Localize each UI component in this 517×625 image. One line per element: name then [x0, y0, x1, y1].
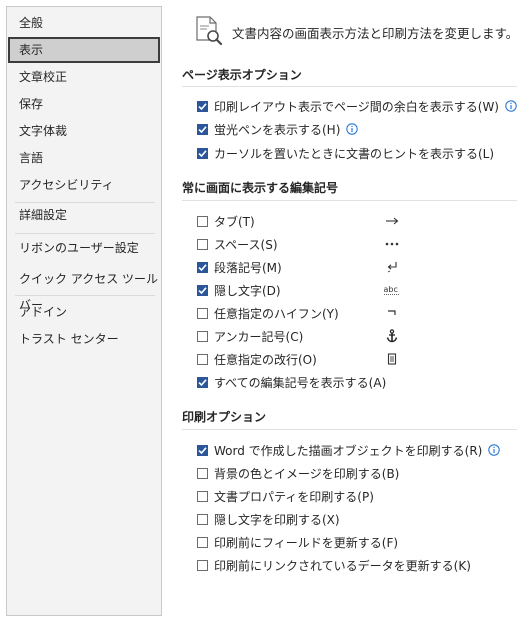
- options-sidebar: 全般 表示 文章校正 保存 文字体裁 言語 アクセシビリティ 詳細設定 リボンの…: [6, 6, 162, 616]
- checkbox-hidden-text[interactable]: [197, 284, 208, 296]
- sidebar-item-customize-ribbon[interactable]: リボンのユーザー設定: [8, 235, 160, 261]
- checkbox-show-all-marks[interactable]: [197, 376, 208, 388]
- checkbox-print-background[interactable]: [197, 467, 208, 479]
- option-label: 段落記号(M): [214, 260, 282, 275]
- option-label: 隠し文字を印刷する(X): [214, 512, 340, 527]
- option-label: 任意指定の改行(O): [214, 352, 317, 367]
- sidebar-item-advanced[interactable]: 詳細設定: [8, 202, 160, 228]
- section-divider: [182, 429, 517, 430]
- checkbox-update-linked-data[interactable]: [197, 559, 208, 571]
- sidebar-item-typography[interactable]: 文字体裁: [8, 118, 160, 144]
- option-label: タブ(T): [214, 214, 255, 229]
- checkbox-print-hidden-text[interactable]: [197, 513, 208, 525]
- option-label: すべての編集記号を表示する(A): [214, 375, 387, 390]
- option-print-hidden-text[interactable]: 隠し文字を印刷する(X): [197, 509, 340, 529]
- option-print-drawings[interactable]: Word で作成した描画オブジェクトを印刷する(R): [197, 440, 501, 460]
- optional-hyphen-icon: [382, 303, 402, 323]
- document-search-icon: [194, 15, 224, 50]
- option-label: スペース(S): [214, 237, 278, 252]
- section-title-page-display: ページ表示オプション: [182, 68, 302, 82]
- option-hidden-text[interactable]: 隠し文字(D): [197, 280, 281, 300]
- option-space-marks[interactable]: スペース(S): [197, 234, 278, 254]
- info-icon[interactable]: [505, 100, 517, 112]
- svg-text:abc: abc: [384, 285, 398, 294]
- paragraph-return-icon: [382, 257, 402, 277]
- option-paragraph-marks[interactable]: 段落記号(M): [197, 257, 282, 277]
- checkbox-show-whitespace[interactable]: [197, 100, 208, 112]
- option-label: Word で作成した描画オブジェクトを印刷する(R): [214, 443, 483, 458]
- anchor-icon: [382, 326, 402, 346]
- sidebar-item-accessibility[interactable]: アクセシビリティ: [8, 172, 160, 198]
- option-anchor-marks[interactable]: アンカー記号(C): [197, 326, 303, 346]
- option-label: 印刷前にリンクされているデータを更新する(K): [214, 558, 471, 573]
- option-show-tooltips[interactable]: カーソルを置いたときに文書のヒントを表示する(L): [197, 143, 494, 163]
- intro-text: 文書内容の画面表示方法と印刷方法を変更します。: [232, 25, 517, 41]
- option-show-highlighter[interactable]: 蛍光ペンを表示する(H): [197, 119, 359, 139]
- option-label: 印刷前にフィールドを更新する(F): [214, 535, 399, 550]
- option-label: カーソルを置いたときに文書のヒントを表示する(L): [214, 146, 495, 161]
- info-icon[interactable]: [346, 123, 359, 135]
- option-show-whitespace[interactable]: 印刷レイアウト表示でページ間の余白を表示する(W): [197, 96, 517, 116]
- sidebar-item-addins[interactable]: アドイン: [8, 299, 160, 325]
- option-update-linked-data[interactable]: 印刷前にリンクされているデータを更新する(K): [197, 555, 471, 575]
- sidebar-item-language[interactable]: 言語: [8, 145, 160, 171]
- checkbox-tab-marks[interactable]: [197, 215, 208, 227]
- option-tab-marks[interactable]: タブ(T): [197, 211, 255, 231]
- sidebar-item-quick-access-toolbar[interactable]: クイック アクセス ツール バー: [8, 266, 160, 312]
- option-label: 任意指定のハイフン(Y): [214, 306, 339, 321]
- checkbox-update-fields[interactable]: [197, 536, 208, 548]
- intro-row: 文書内容の画面表示方法と印刷方法を変更します。: [194, 14, 517, 50]
- section-divider: [182, 86, 517, 87]
- option-show-all-marks[interactable]: すべての編集記号を表示する(A): [197, 372, 386, 392]
- option-label: 蛍光ペンを表示する(H): [214, 122, 341, 137]
- section-divider: [182, 200, 517, 201]
- checkbox-print-drawings[interactable]: [197, 444, 208, 456]
- display-options-panel: 文書内容の画面表示方法と印刷方法を変更します。 ページ表示オプション 印刷レイア…: [172, 0, 517, 625]
- option-label: アンカー記号(C): [214, 329, 304, 344]
- option-label: 背景の色とイメージを印刷する(B): [214, 466, 400, 481]
- info-icon[interactable]: [488, 444, 501, 456]
- section-title-print-options: 印刷オプション: [182, 410, 267, 424]
- sidebar-item-save[interactable]: 保存: [8, 91, 160, 117]
- option-optional-breaks[interactable]: 任意指定の改行(O): [197, 349, 317, 369]
- section-title-format-marks: 常に画面に表示する編集記号: [182, 181, 339, 195]
- option-label: 隠し文字(D): [214, 283, 281, 298]
- sidebar-item-display[interactable]: 表示: [8, 37, 160, 63]
- optional-break-icon: [382, 349, 402, 369]
- checkbox-print-properties[interactable]: [197, 490, 208, 502]
- option-optional-hyphens[interactable]: 任意指定のハイフン(Y): [197, 303, 339, 323]
- checkbox-optional-breaks[interactable]: [197, 353, 208, 365]
- option-label: 印刷レイアウト表示でページ間の余白を表示する(W): [214, 99, 499, 114]
- option-print-background[interactable]: 背景の色とイメージを印刷する(B): [197, 463, 399, 483]
- hidden-text-abc-icon: abc: [382, 280, 402, 300]
- sidebar-item-proofing[interactable]: 文章校正: [8, 64, 160, 90]
- sidebar-item-trust-center[interactable]: トラスト センター: [8, 326, 160, 352]
- sidebar-separator: [15, 233, 155, 234]
- sidebar-separator: [15, 295, 155, 296]
- option-print-properties[interactable]: 文書プロパティを印刷する(P): [197, 486, 374, 506]
- option-update-fields[interactable]: 印刷前にフィールドを更新する(F): [197, 532, 398, 552]
- checkbox-space-marks[interactable]: [197, 238, 208, 250]
- sidebar-item-general[interactable]: 全般: [8, 10, 160, 36]
- checkbox-paragraph-marks[interactable]: [197, 261, 208, 273]
- space-dots-icon: [382, 234, 402, 254]
- option-label: 文書プロパティを印刷する(P): [214, 489, 374, 504]
- tab-arrow-icon: [382, 211, 402, 231]
- checkbox-show-tooltips[interactable]: [197, 147, 208, 159]
- checkbox-show-highlighter[interactable]: [197, 123, 208, 135]
- checkbox-anchor-marks[interactable]: [197, 330, 208, 342]
- checkbox-optional-hyphens[interactable]: [197, 307, 208, 319]
